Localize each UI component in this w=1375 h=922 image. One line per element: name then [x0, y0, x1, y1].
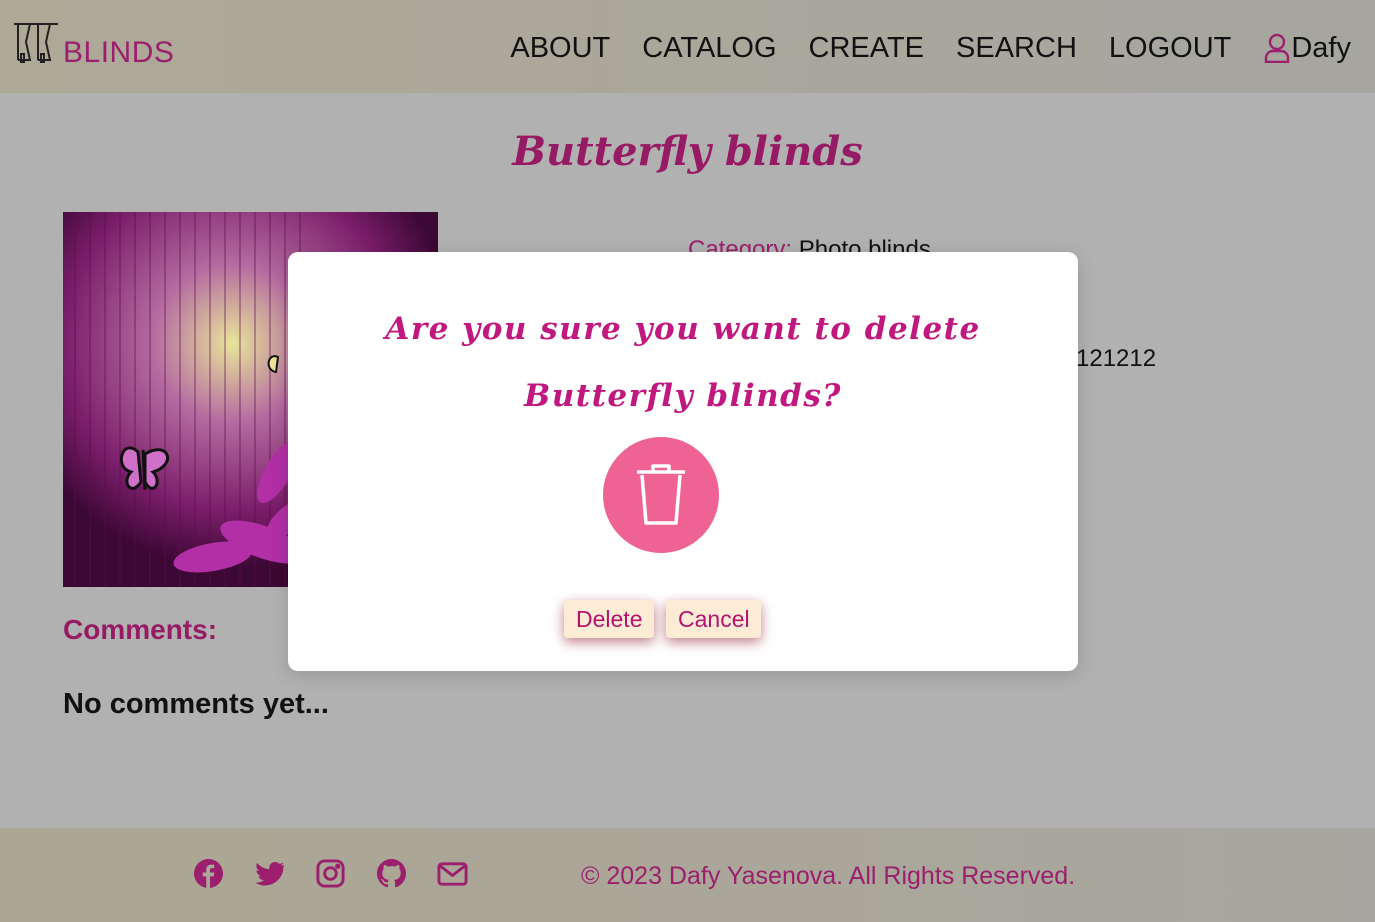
user-icon: [1265, 33, 1290, 63]
github-icon: [376, 858, 407, 888]
blinds-logo-icon: [14, 23, 58, 63]
envelope-icon: [437, 862, 468, 886]
site-footer: © 2023 Dafy Yasenova. All Rights Reserve…: [0, 828, 1375, 922]
twitter-link[interactable]: [254, 858, 285, 889]
instagram-link[interactable]: [315, 858, 346, 889]
site-header: BLINDS ABOUT CATALOG CREATE SEARCH LOGOU…: [0, 0, 1375, 93]
logo-link[interactable]: BLINDS: [12, 20, 174, 69]
delete-confirm-question: Are you sure you want to delete Butterfl…: [288, 296, 1078, 430]
logo-text: BLINDS: [63, 36, 175, 69]
nav-catalog[interactable]: CATALOG: [642, 30, 776, 66]
nav-user-profile[interactable]: Dafy: [1263, 30, 1351, 66]
email-link[interactable]: [437, 858, 468, 889]
github-link[interactable]: [376, 858, 407, 889]
social-links: [193, 858, 468, 889]
nav-create[interactable]: CREATE: [809, 30, 924, 66]
delete-button[interactable]: Delete: [564, 600, 654, 638]
user-name: Dafy: [1291, 32, 1351, 64]
instagram-icon: [316, 859, 345, 888]
nav-search[interactable]: SEARCH: [956, 30, 1077, 66]
question-line-1: Are you sure you want to delete: [385, 311, 981, 347]
facebook-icon: [193, 858, 224, 889]
nav-about[interactable]: ABOUT: [510, 30, 610, 66]
copyright-text: © 2023 Dafy Yasenova. All Rights Reserve…: [581, 862, 1076, 890]
nav-logout[interactable]: LOGOUT: [1109, 30, 1231, 66]
cancel-button[interactable]: Cancel: [666, 600, 761, 638]
main-nav: ABOUT CATALOG CREATE SEARCH LOGOUT Dafy: [510, 30, 1351, 66]
twitter-icon: [255, 862, 285, 886]
question-line-2: Butterfly blinds?: [524, 378, 842, 414]
facebook-link[interactable]: [193, 858, 224, 889]
trash-icon: [637, 464, 685, 525]
trash-icon-circle: [603, 437, 719, 553]
delete-confirm-modal: Are you sure you want to delete Butterfl…: [288, 252, 1078, 671]
